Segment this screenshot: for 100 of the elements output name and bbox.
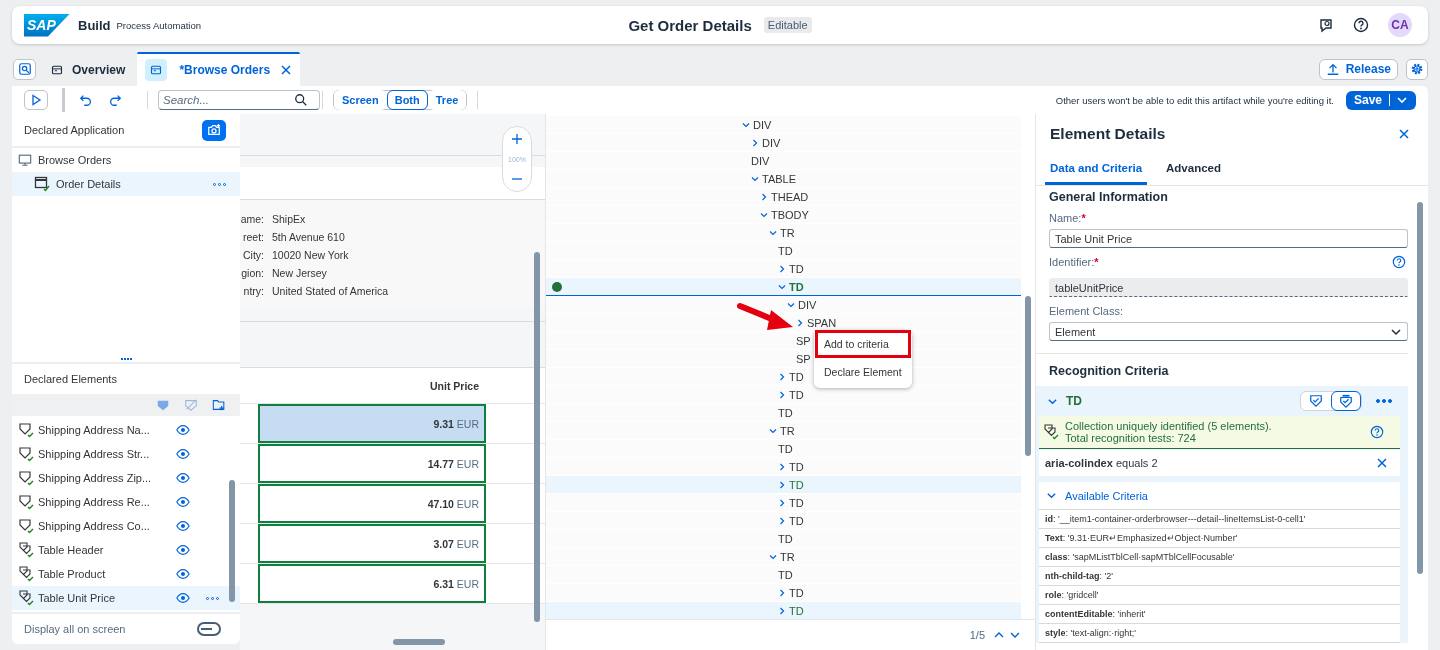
tree-node[interactable]: TR: [546, 422, 1021, 440]
close-icon[interactable]: [280, 64, 293, 76]
criteria-option[interactable]: contentEditable: 'inherit': [1039, 605, 1400, 624]
tree-node[interactable]: DIV: [546, 116, 1021, 134]
declared-element[interactable]: Shipping Address Str...: [12, 442, 240, 466]
stacked-shield-icon[interactable]: [1339, 394, 1353, 408]
tree-node[interactable]: THEAD: [546, 188, 1021, 206]
more-icon[interactable]: [1376, 399, 1392, 403]
tree-node[interactable]: TD: [546, 386, 1021, 404]
tree-node[interactable]: TD: [546, 476, 1021, 494]
field-label: ntry:: [242, 285, 264, 297]
eye-icon[interactable]: [176, 591, 190, 605]
eye-icon[interactable]: [176, 543, 190, 557]
eye-icon[interactable]: [176, 495, 190, 509]
eye-icon[interactable]: [176, 423, 190, 437]
window-icon[interactable]: [50, 64, 64, 76]
input-field[interactable]: tableUnitPrice: [1049, 278, 1408, 297]
tree-node[interactable]: TD: [546, 404, 1021, 422]
shield-check-icon[interactable]: [1309, 394, 1323, 408]
release-button[interactable]: Release: [1318, 58, 1398, 80]
tab[interactable]: Data and Criteria: [1045, 154, 1148, 185]
add-folder-icon[interactable]: [212, 398, 226, 412]
tree-node[interactable]: TR: [546, 224, 1021, 242]
tree-node[interactable]: DIV: [546, 134, 1021, 152]
view-mode-option[interactable]: Screen: [334, 90, 387, 110]
run-button[interactable]: [24, 90, 48, 110]
upload-icon[interactable]: [1325, 62, 1340, 76]
table-cell[interactable]: 3.07 EUR: [258, 524, 486, 563]
remove-icon[interactable]: [1376, 457, 1388, 469]
chevron-icon[interactable]: [769, 552, 777, 561]
tree-node[interactable]: DIV: [546, 296, 1021, 314]
close-icon[interactable]: [1398, 128, 1410, 140]
capture-button[interactable]: [202, 119, 226, 141]
undo-icon[interactable]: [79, 93, 93, 107]
eye-icon[interactable]: [176, 519, 190, 533]
view-mode-option[interactable]: Both: [386, 90, 428, 110]
criteria-option[interactable]: Text: '9.31·EUR↵Emphasized↵Object·Number': [1039, 529, 1400, 548]
declared-element[interactable]: Shipping Address Zip...: [12, 466, 240, 490]
tree-node[interactable]: TD: [546, 458, 1021, 476]
declared-element[interactable]: Shipping Address Co...: [12, 514, 240, 538]
criteria-option[interactable]: class: 'sapMListTblCell·sapMTblCellFocusable': [1039, 548, 1400, 567]
tree-node[interactable]: TD: [546, 278, 1021, 296]
status-dot: [552, 282, 562, 292]
criteria-option[interactable]: id: '__item1-container-orderbrowser---detail--lineItemsList-0-cell1': [1039, 510, 1400, 529]
tree-node[interactable]: TD: [546, 566, 1021, 584]
tree-node[interactable]: TD: [546, 512, 1021, 530]
criteria-option[interactable]: role: 'gridcell': [1039, 586, 1400, 605]
tree-node[interactable]: TD: [546, 602, 1021, 619]
eye-icon[interactable]: [176, 567, 190, 581]
declared-element[interactable]: Table Header: [12, 538, 240, 562]
dropdown[interactable]: Element: [1049, 322, 1408, 341]
declared-element[interactable]: Table Product: [12, 562, 240, 586]
eye-icon[interactable]: [176, 447, 190, 461]
tree-node[interactable]: TD: [546, 494, 1021, 512]
tree-node[interactable]: TBODY: [546, 206, 1021, 224]
tree-node[interactable]: TR: [546, 548, 1021, 566]
search-field[interactable]: Search...: [158, 90, 320, 110]
tab[interactable]: Overview: [36, 52, 136, 86]
tree-node[interactable]: TD: [546, 242, 1021, 260]
table-cell[interactable]: 14.77 EUR: [258, 444, 486, 483]
tree-node[interactable]: SPAN: [546, 314, 1021, 332]
camera-icon[interactable]: [207, 123, 221, 137]
stacked-shield-button[interactable]: [1331, 391, 1361, 411]
menu-item[interactable]: Add to criteria: [815, 330, 911, 358]
redo-icon[interactable]: [108, 93, 122, 107]
search-icon[interactable]: [294, 93, 308, 107]
table-cell[interactable]: 47.10 EUR: [258, 484, 486, 523]
tree-node[interactable]: DIV: [546, 152, 1021, 170]
play-icon[interactable]: [30, 94, 42, 106]
save-button[interactable]: Save: [1345, 90, 1416, 110]
tree-node[interactable]: TD: [546, 530, 1021, 548]
tree-node[interactable]: TD: [546, 260, 1021, 278]
tab[interactable]: Advanced: [1161, 154, 1226, 185]
tree-item[interactable]: Browse Orders: [12, 148, 240, 172]
toggle-switch[interactable]: [197, 622, 221, 636]
tab[interactable]: *Browse Orders: [137, 52, 301, 86]
tree-node[interactable]: TD: [546, 440, 1021, 458]
window-icon[interactable]: [145, 59, 168, 81]
tree-item[interactable]: Order Details: [12, 172, 240, 196]
chevron-icon[interactable]: [1046, 490, 1057, 501]
user-avatar[interactable]: CA: [1388, 13, 1412, 37]
table-cell[interactable]: 6.31 EUR: [258, 564, 486, 603]
tree-node[interactable]: TABLE: [546, 170, 1021, 188]
zoom-in-button[interactable]: [511, 133, 523, 145]
section-link[interactable]: Available Criteria: [1065, 489, 1148, 502]
monitor-icon: [18, 153, 32, 167]
chevron-icon[interactable]: [769, 426, 777, 435]
tree-node[interactable]: TD: [546, 584, 1021, 602]
declared-element[interactable]: Shipping Address Re...: [12, 490, 240, 514]
declared-element[interactable]: Shipping Address Na...: [12, 418, 240, 442]
resize-handle[interactable]: [120, 356, 132, 362]
criteria-option[interactable]: style: 'text-align:·right;': [1039, 624, 1400, 643]
feedback-icon[interactable]: [1318, 17, 1334, 33]
help-icon[interactable]: [1353, 17, 1369, 33]
table-cell[interactable]: 9.31 EUR: [258, 404, 486, 443]
panel-title: Declared Application: [24, 124, 125, 136]
input-field[interactable]: Table Unit Price: [1049, 229, 1408, 248]
criteria-option[interactable]: nth-child-tag: '2': [1039, 567, 1400, 586]
eye-icon[interactable]: [176, 471, 190, 485]
declared-element[interactable]: Table Unit Price: [12, 586, 240, 610]
